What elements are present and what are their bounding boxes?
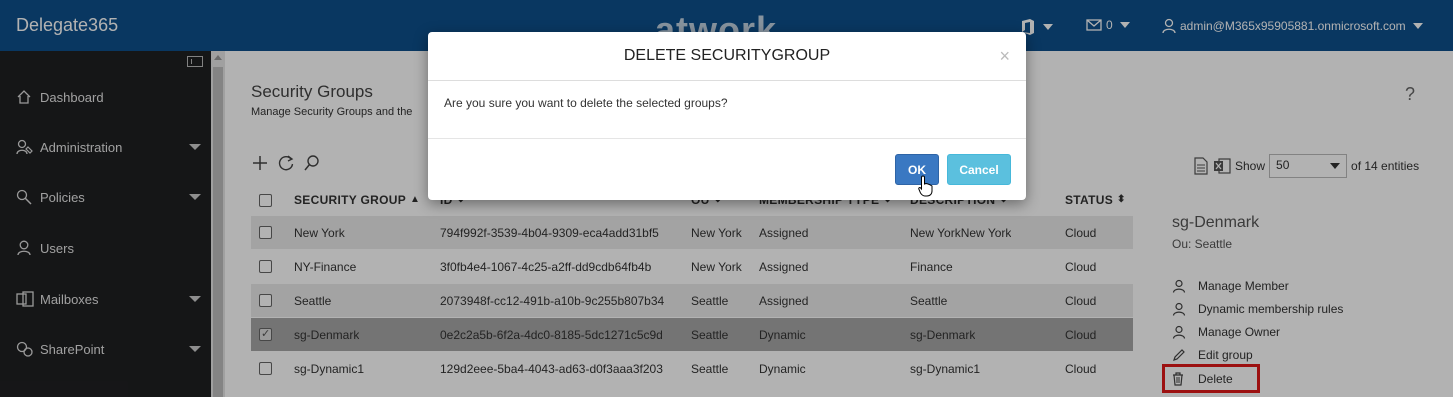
delete-securitygroup-dialog: DELETE SECURITYGROUP × Are you sure you …: [428, 32, 1026, 200]
modal-header: DELETE SECURITYGROUP ×: [428, 32, 1026, 81]
close-icon[interactable]: ×: [999, 46, 1010, 67]
modal-footer: OK Cancel: [428, 138, 1026, 200]
modal-message: Are you sure you want to delete the sele…: [444, 96, 728, 110]
hand-cursor-icon: [918, 175, 934, 200]
cancel-button[interactable]: Cancel: [947, 154, 1011, 185]
modal-title: DELETE SECURITYGROUP: [623, 47, 831, 64]
